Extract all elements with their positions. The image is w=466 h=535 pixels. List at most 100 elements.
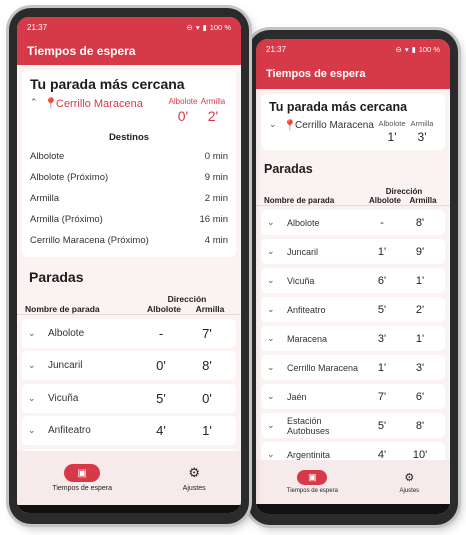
stop-time-armilla: 8' (202, 358, 212, 373)
stop-name: Cerrillo Maracena (287, 362, 359, 373)
stop-name: Maracena (287, 333, 328, 344)
direction-label: Albolote (378, 119, 406, 128)
dnd-icon: ⊖ (186, 22, 193, 32)
stop-time-albolote: 3' (377, 332, 387, 345)
destination-time: 16 min (199, 214, 228, 225)
stop-name: Jaén (287, 391, 307, 402)
stop-time-armilla: 6' (415, 390, 425, 403)
nearest-stop-card: Tu parada más cercana ⌄ 📍 Cerrillo Marac… (261, 94, 445, 150)
chevron-down-icon[interactable]: ⌄ (28, 360, 42, 371)
chevron-down-icon[interactable]: ⌄ (267, 362, 281, 373)
stop-time-armilla: 7' (202, 325, 212, 341)
phone-back: 21:37 ⊖ ▾ ▮ 100 % Tiempos de espera Tu p… (248, 30, 458, 525)
stop-time-albolote: - (380, 216, 384, 229)
stop-time-albolote: 5' (377, 303, 387, 316)
nearest-stop-name: Cerrillo Maracena (295, 120, 374, 131)
stop-row[interactable]: ⌄ Maracena 3' 1' (261, 326, 445, 351)
system-nav-bar (256, 504, 450, 514)
screen-back: 21:37 ⊖ ▾ ▮ 100 % Tiempos de espera Tu p… (256, 39, 450, 514)
system-nav-bar (17, 505, 241, 513)
direction-time: 1' (387, 130, 397, 144)
bus-icon[interactable]: ▣ (64, 464, 101, 482)
column-header-albolote: Albolote (369, 196, 401, 205)
stop-time-albolote: 6' (377, 274, 387, 287)
chevron-down-icon[interactable]: ⌄ (267, 246, 281, 257)
stop-row[interactable]: ⌄ Jaén 7' 6' (261, 384, 445, 409)
battery-icon: ▮ (202, 22, 207, 32)
nav-tab-settings[interactable]: ⚙ Ajustes (400, 470, 420, 494)
column-header-direction: Dirección (167, 294, 207, 304)
stop-time-armilla: 1' (202, 423, 212, 438)
column-header-armilla: Armilla (409, 196, 437, 205)
wifi-icon: ▾ (195, 22, 200, 32)
direction-label: Armilla (410, 119, 434, 128)
chevron-down-icon[interactable]: ⌄ (267, 275, 281, 286)
stop-row[interactable]: ⌄ Cerrillo Maracena 1' 3' (261, 355, 445, 380)
stop-row[interactable]: ⌄ Anfiteatro 4' 1' (22, 416, 236, 445)
app-bar: Tiempos de espera (17, 37, 241, 65)
nearest-stop-title: Tu parada más cercana (30, 76, 185, 92)
destination-row: Albolote (Próximo) 9 min (30, 167, 228, 188)
stop-row[interactable]: ⌄ Estación Autobuses 5' 8' (261, 413, 445, 438)
chevron-up-icon[interactable]: ⌃ (30, 97, 44, 108)
nearest-stop-row[interactable]: ⌄ 📍 Cerrillo Maracena Albolote 1' Armill… (269, 119, 437, 144)
nav-tab-settings[interactable]: ⚙ Ajustes (183, 464, 206, 492)
stop-row[interactable]: ⌄ Juncaril 0' 8' (22, 351, 236, 380)
bottom-navigation: ▣ Tiempos de espera ⚙ Ajustes (256, 460, 450, 504)
destination-name: Cerrillo Maracena (Próximo) (30, 235, 149, 246)
bus-icon[interactable]: ▣ (297, 470, 328, 485)
stop-time-albolote: 1' (377, 361, 387, 374)
gear-icon[interactable]: ⚙ (404, 470, 414, 485)
stop-time-armilla: 9' (415, 245, 425, 258)
column-header-name: Nombre de parada (264, 196, 335, 205)
stop-time-armilla: 3' (415, 361, 425, 374)
destination-name: Albolote (30, 151, 65, 162)
chevron-down-icon[interactable]: ⌄ (28, 393, 42, 404)
direction-time: 3' (417, 130, 427, 144)
stops-section-title: Paradas (264, 162, 313, 176)
destination-row: Albolote 0 min (30, 146, 228, 167)
stop-row[interactable]: ⌄ Albolote - 7' (22, 318, 236, 348)
chevron-down-icon[interactable]: ⌄ (267, 391, 281, 402)
direction-label: Armilla (200, 97, 226, 106)
stop-name: Juncaril (48, 360, 83, 371)
chevron-down-icon[interactable]: ⌄ (267, 420, 281, 431)
stop-time-armilla: 1' (415, 274, 425, 287)
gear-icon[interactable]: ⚙ (188, 464, 200, 482)
chevron-down-icon[interactable]: ⌄ (267, 217, 281, 228)
chevron-down-icon[interactable]: ⌄ (269, 119, 283, 130)
column-header-direction: Dirección (385, 187, 423, 196)
stop-time-armilla: 2' (415, 303, 425, 316)
nav-tab-waiting-times[interactable]: ▣ Tiempos de espera (287, 470, 338, 494)
nav-tab-waiting-times[interactable]: ▣ Tiempos de espera (52, 464, 112, 492)
stop-time-albolote: 0' (156, 358, 166, 373)
direction-time: 2' (207, 108, 219, 124)
stop-time-armilla: 10' (412, 448, 428, 461)
chevron-down-icon[interactable]: ⌄ (28, 425, 42, 436)
wifi-icon: ▾ (404, 44, 409, 54)
chevron-down-icon[interactable]: ⌄ (28, 328, 42, 339)
stop-row[interactable]: ⌄ Anfiteatro 5' 2' (261, 297, 445, 322)
direction-label: Albolote (168, 97, 198, 106)
location-pin-icon: 📍 (283, 120, 297, 132)
phone-front: 21:37 ⊖ ▾ ▮ 100 % Tiempos de espera Tu p… (9, 8, 249, 524)
stop-time-armilla: 0' (202, 390, 212, 406)
stop-name: Juncaril (287, 246, 319, 257)
chevron-down-icon[interactable]: ⌄ (267, 333, 281, 344)
location-pin-icon: 📍 (44, 98, 58, 110)
nav-tab-label: Ajustes (182, 485, 206, 492)
chevron-down-icon[interactable]: ⌄ (267, 449, 281, 460)
nearest-stop-row[interactable]: ⌃ 📍 Cerrillo Maracena Albolote 0' Armill… (30, 97, 228, 124)
stop-time-albolote: 7' (377, 390, 387, 403)
stop-row[interactable]: ⌄ Juncaril 1' 9' (261, 239, 445, 264)
app-title: Tiempos de espera (27, 44, 136, 58)
destination-name: Albolote (Próximo) (30, 172, 109, 183)
stop-row[interactable]: ⌄ Vicuña 6' 1' (261, 268, 445, 293)
destinations-title: Destinos (108, 132, 150, 143)
stop-time-albolote: - (158, 325, 164, 341)
stop-row[interactable]: ⌄ Albolote - 8' (261, 210, 445, 235)
nearest-stop-name: Cerrillo Maracena (56, 98, 143, 110)
stop-row[interactable]: ⌄ Vicuña 5' 0' (22, 383, 236, 413)
stop-time-albolote: 4' (377, 448, 387, 461)
chevron-down-icon[interactable]: ⌄ (267, 304, 281, 315)
